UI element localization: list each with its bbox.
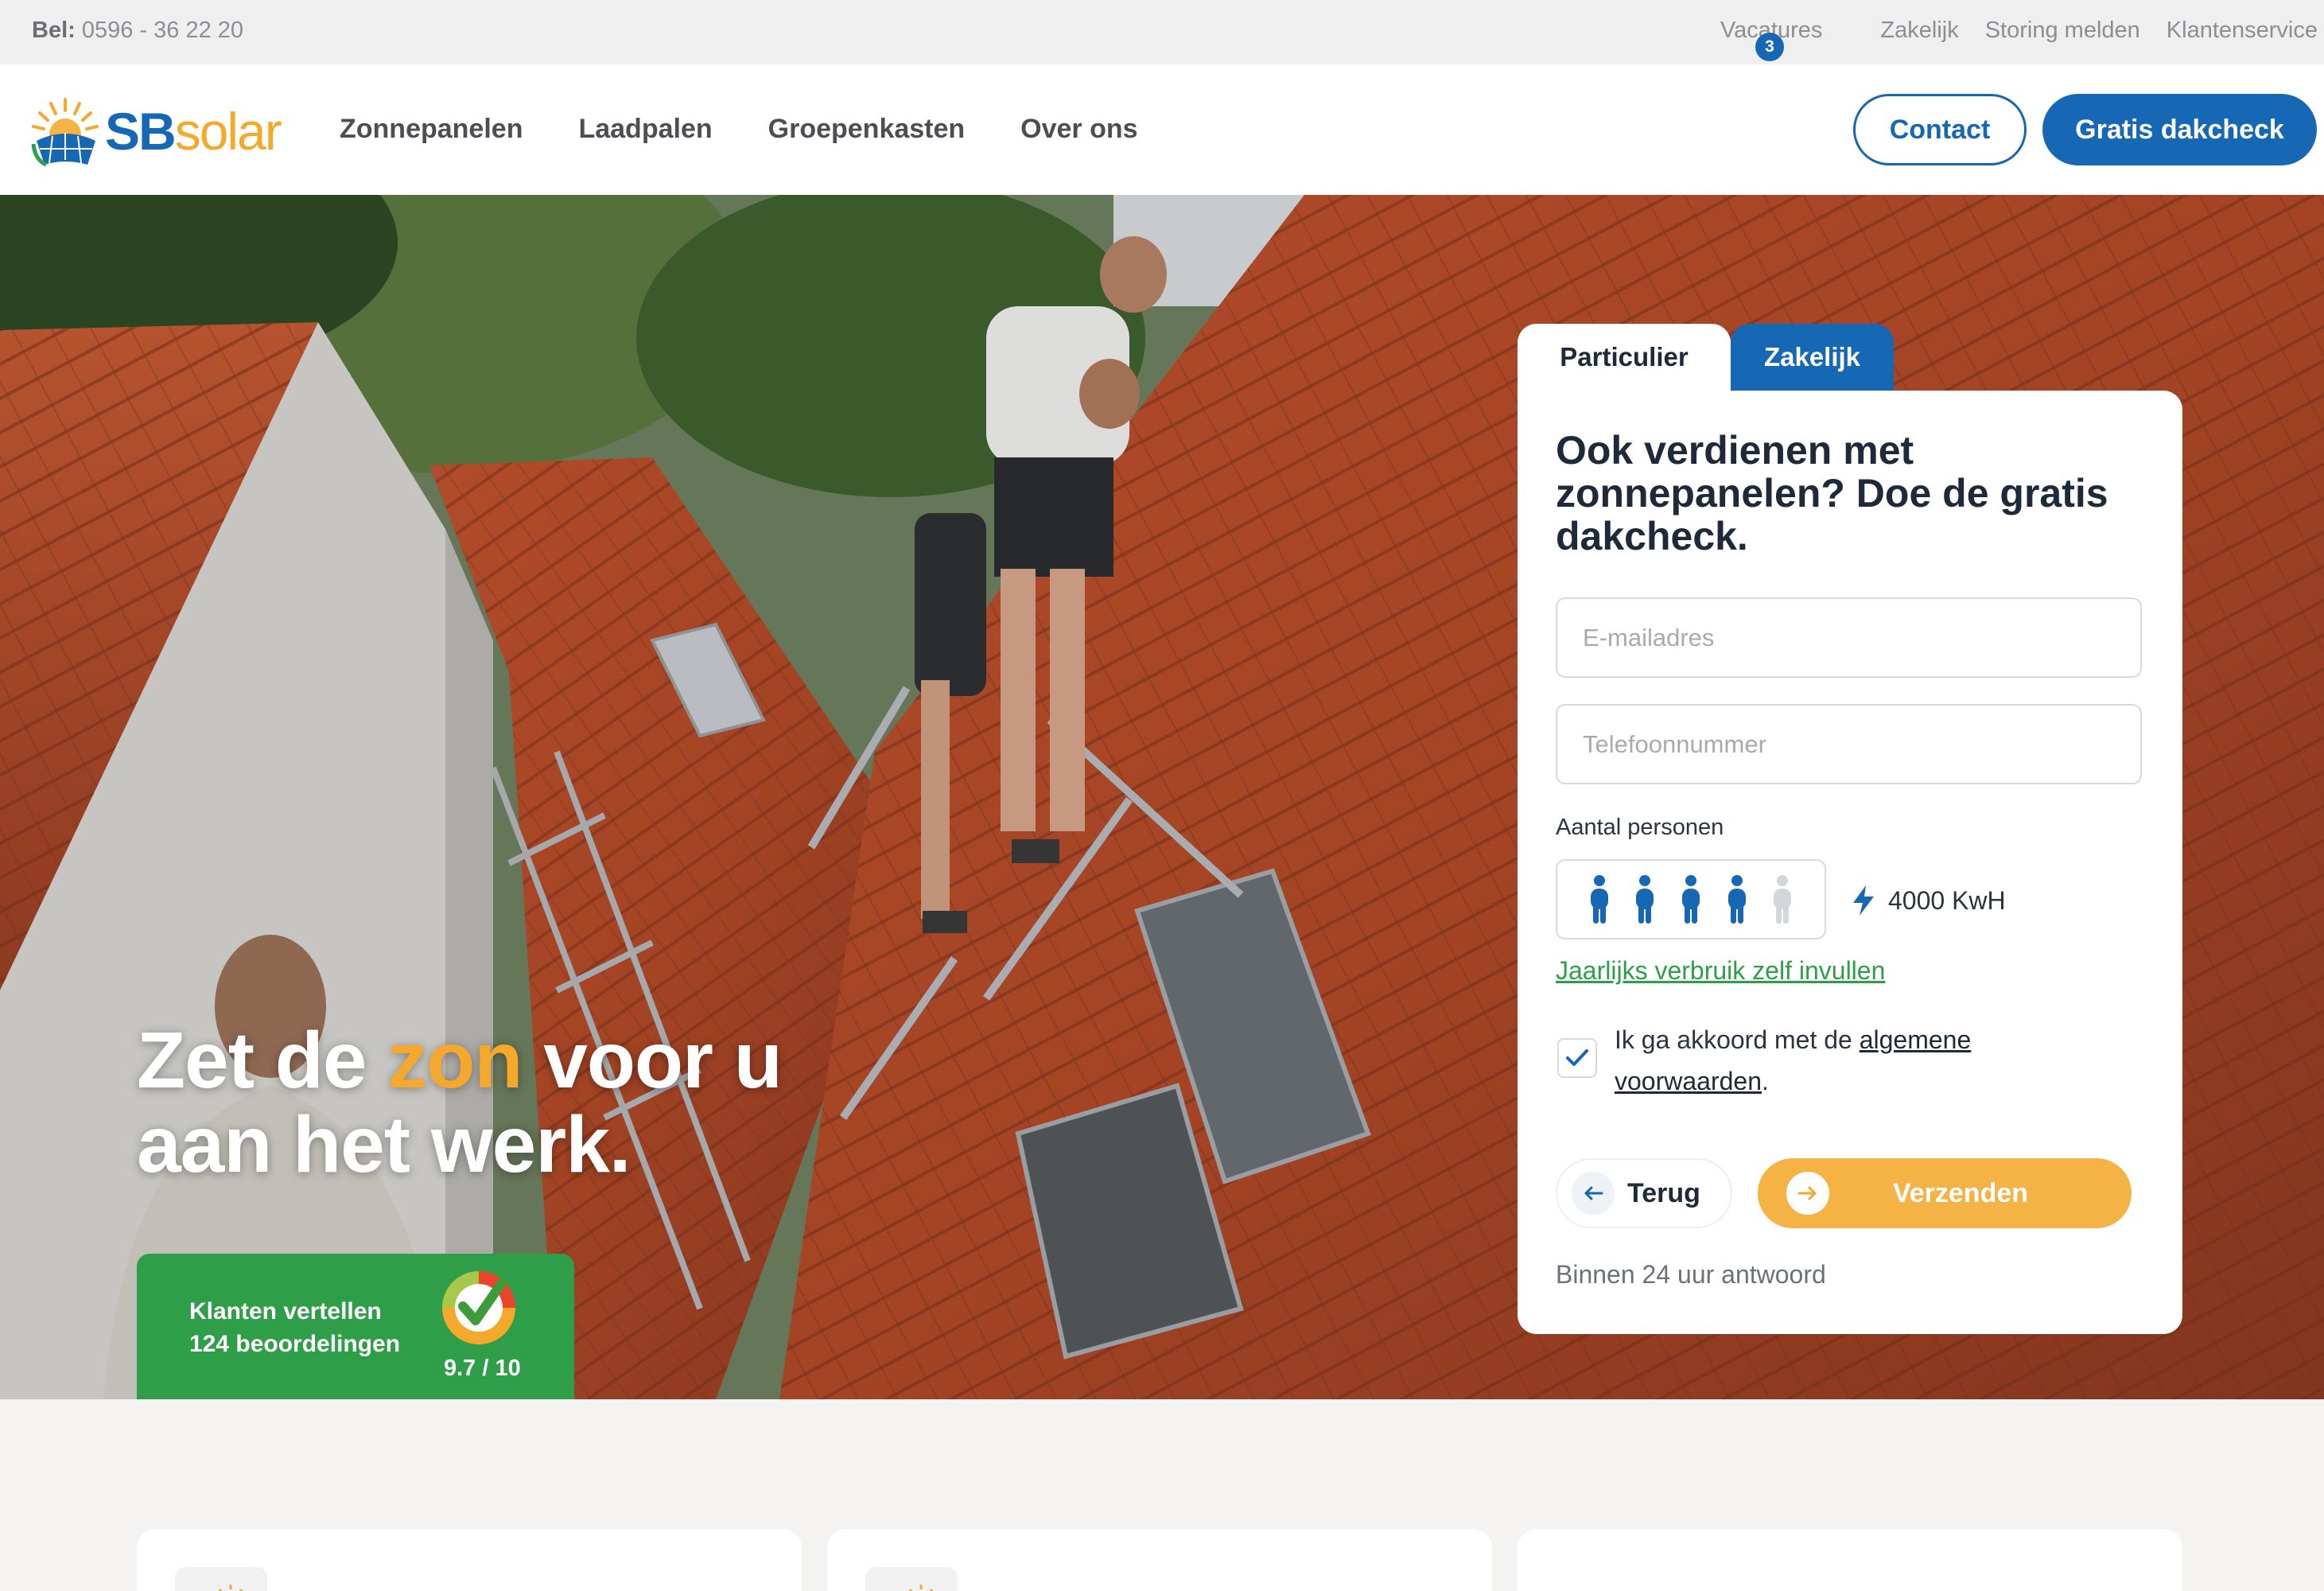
sun-icon <box>175 1567 267 1591</box>
sun-icon <box>865 1567 958 1591</box>
review-line2: 124 beoordelingen <box>189 1331 401 1357</box>
back-button[interactable]: Terug <box>1556 1158 1732 1228</box>
persons-selector[interactable] <box>1556 859 1826 939</box>
terms-suffix: . <box>1762 1067 1769 1095</box>
hero-headline: Zet de zon voor u aan het werk. <box>137 1016 783 1189</box>
review-badge[interactable]: Klanten vertellen 124 beoordelingen 9.7 … <box>137 1254 574 1399</box>
response-time-note: Binnen 24 uur antwoord <box>1556 1260 1826 1289</box>
phone-number[interactable]: 0596 - 36 22 20 <box>82 18 243 43</box>
nav-item-laadpalen[interactable]: Laadpalen <box>578 114 712 145</box>
arrow-left-icon <box>1572 1172 1615 1215</box>
send-button[interactable]: Verzenden <box>1758 1158 2132 1228</box>
back-button-label: Terug <box>1627 1177 1700 1208</box>
main-nav: Zonnepanelen Laadpalen Groepenkasten Ove… <box>340 114 1138 145</box>
top-utility-bar: Bel: 0596 - 36 22 20 Vacatures 3 Zakelij… <box>0 0 2324 64</box>
sbsolar-logo[interactable]: SBsolar <box>29 95 282 168</box>
tab-zakelijk[interactable]: Zakelijk <box>1731 324 1894 391</box>
gratis-dakcheck-button[interactable]: Gratis dakcheck <box>2042 94 2317 165</box>
main-header: SBsolar Zonnepanelen Laadpalen Groepenka… <box>0 64 2324 195</box>
dakcheck-form-card: Ook verdienen met zonnepanelen? Doe de g… <box>1518 391 2182 1334</box>
feature-card-2 <box>827 1529 1492 1591</box>
hero-headline-part2: voor u <box>522 1016 783 1105</box>
hero-headline-part1: Zet de <box>137 1016 388 1105</box>
person-icon[interactable] <box>1679 874 1703 925</box>
nav-item-groepenkasten[interactable]: Groepenkasten <box>768 114 966 145</box>
tab-particulier[interactable]: Particulier <box>1518 324 1731 391</box>
send-button-label: Verzenden <box>1892 1177 2029 1208</box>
person-icon[interactable] <box>1725 874 1749 925</box>
terms-checkbox[interactable] <box>1557 1038 1597 1078</box>
logo-sb: SB <box>105 102 177 161</box>
terms-text: Ik ga akkoord met de algemene voorwaarde… <box>1615 1019 2028 1102</box>
review-score: 9.7 / 10 <box>444 1356 521 1381</box>
feature-card-1 <box>137 1529 802 1591</box>
logo-wordmark: SBsolar <box>105 101 282 161</box>
checkmark-icon <box>1566 1049 1588 1066</box>
lightning-icon <box>1853 885 1874 916</box>
kwh-estimate: 4000 KwH <box>1850 884 2006 917</box>
manual-usage-link[interactable]: Jaarlijks verbruik zelf invullen <box>1556 956 1885 986</box>
persons-label: Aantal personen <box>1556 815 1724 840</box>
review-line1: Klanten vertellen <box>189 1298 382 1325</box>
terms-prefix: Ik ga akkoord met de <box>1615 1025 1860 1054</box>
hero-headline-line2: aan het werk. <box>137 1100 632 1189</box>
nav-item-over-ons[interactable]: Over ons <box>1020 114 1137 145</box>
sun-panel-logo-icon <box>31 98 99 167</box>
form-title: Ook verdienen met zonnepanelen? Doe de g… <box>1556 428 2108 558</box>
feature-card-3 <box>1518 1529 2182 1591</box>
phone-label: Bel: <box>32 18 76 43</box>
review-text: Klanten vertellen 124 beoordelingen <box>189 1295 400 1360</box>
email-field[interactable] <box>1556 597 2142 678</box>
phone-field[interactable] <box>1556 704 2142 784</box>
contact-button[interactable]: Contact <box>1853 94 2027 165</box>
person-icon[interactable] <box>1633 874 1657 925</box>
kiyoh-checkmark-icon <box>442 1271 515 1344</box>
kwh-value: 4000 KwH <box>1888 885 2006 915</box>
vacatures-count-badge: 3 <box>1755 33 1784 61</box>
hero-headline-accent: zon <box>387 1016 523 1105</box>
person-icon[interactable] <box>1588 874 1611 925</box>
nav-item-zonnepanelen[interactable]: Zonnepanelen <box>340 114 523 145</box>
person-icon[interactable] <box>1770 874 1794 925</box>
logo-solar: solar <box>174 102 282 161</box>
phone-contact[interactable]: Bel: 0596 - 36 22 20 <box>32 18 243 44</box>
